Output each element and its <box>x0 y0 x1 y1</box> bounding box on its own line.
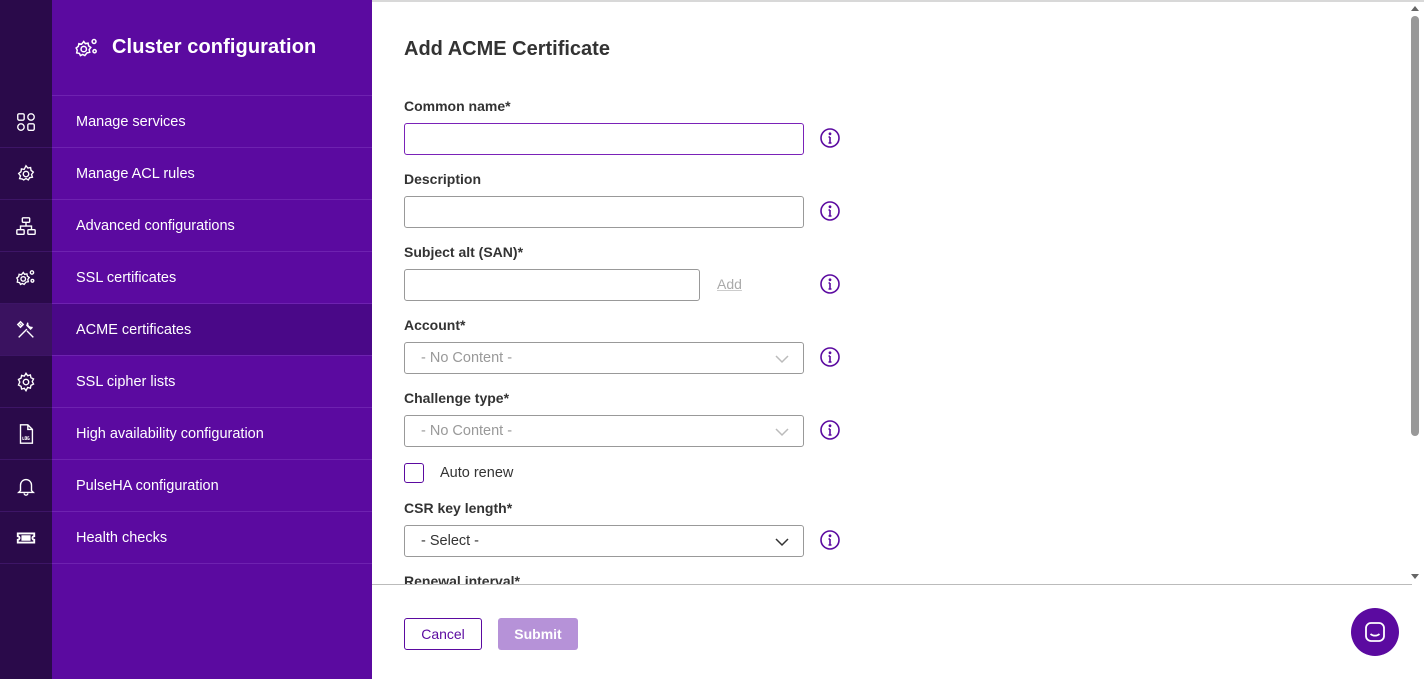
chat-launcher[interactable] <box>1351 608 1399 656</box>
csr-key-length-select-value: - Select - <box>421 533 480 549</box>
cancel-button[interactable]: Cancel <box>404 618 482 650</box>
san-input[interactable] <box>404 269 700 301</box>
rail-ssl-certificates[interactable] <box>0 252 52 304</box>
gear-icon <box>17 371 35 392</box>
rail-pulseha[interactable] <box>0 460 52 512</box>
rail-manage-acl[interactable] <box>0 148 52 200</box>
chevron-down-icon <box>775 355 789 364</box>
rail-advanced[interactable] <box>0 200 52 252</box>
san-label: Subject alt (SAN)* <box>404 244 524 260</box>
panel-header: Cluster configuration <box>52 0 372 96</box>
chat-icon <box>1365 622 1385 642</box>
info-icon[interactable] <box>819 200 841 222</box>
common-name-label: Common name* <box>404 98 511 114</box>
submit-button[interactable]: Submit <box>498 618 578 650</box>
nav-item-acme-certificates[interactable]: ACME certificates <box>52 304 372 356</box>
gears-icon <box>15 269 35 285</box>
account-label: Account* <box>404 317 466 333</box>
nav-item-high-availability[interactable]: High availability configuration <box>52 408 372 460</box>
san-add-link[interactable]: Add <box>717 276 742 292</box>
challenge-type-select[interactable]: - No Content - <box>404 415 804 447</box>
challenge-type-select-value: - No Content - <box>421 423 513 439</box>
info-icon[interactable] <box>819 419 841 441</box>
scroll-thumb[interactable] <box>1411 16 1419 436</box>
auto-renew-checkbox[interactable] <box>404 463 424 483</box>
nav-item-manage-acl-rules[interactable]: Manage ACL rules <box>52 148 372 200</box>
nav-item-pulseha[interactable]: PulseHA configuration <box>52 460 372 512</box>
network-icon <box>16 216 36 235</box>
icon-rail <box>0 0 52 679</box>
nav-item-health-checks[interactable]: Health checks <box>52 512 372 564</box>
main-content: Add ACME Certificate Common name* Descri… <box>372 0 1424 679</box>
auto-renew-label: Auto renew <box>440 465 514 481</box>
rail-ssl-cipher-lists[interactable] <box>0 356 52 408</box>
nav-item-ssl-certificates[interactable]: SSL certificates <box>52 252 372 304</box>
nav-item-advanced-configurations[interactable]: Advanced configurations <box>52 200 372 252</box>
info-icon[interactable] <box>819 529 841 551</box>
csr-key-length-label: CSR key length* <box>404 500 513 516</box>
rail-manage-services[interactable] <box>0 96 52 148</box>
account-select[interactable]: - No Content - <box>404 342 804 374</box>
scroll-up-arrow[interactable] <box>1411 6 1419 11</box>
form-scrollbar[interactable] <box>1408 2 1424 584</box>
gear-shield-icon <box>17 163 35 181</box>
bell-icon <box>17 478 35 496</box>
chevron-down-icon <box>775 428 789 437</box>
description-input[interactable] <box>404 196 804 228</box>
common-name-input[interactable] <box>404 123 804 155</box>
log-file-icon <box>19 423 34 444</box>
account-select-value: - No Content - <box>421 350 513 366</box>
rail-health-checks[interactable] <box>0 512 52 564</box>
nav-item-manage-services[interactable]: Manage services <box>52 96 372 148</box>
info-icon[interactable] <box>819 346 841 368</box>
gears-icon <box>75 38 97 57</box>
grid-icon <box>17 112 35 131</box>
scroll-down-arrow[interactable] <box>1411 574 1419 579</box>
form-title: Add ACME Certificate <box>404 38 610 60</box>
csr-key-length-select[interactable]: - Select - <box>404 525 804 557</box>
panel-title: Cluster configuration <box>112 36 317 58</box>
description-label: Description <box>404 171 482 187</box>
renewal-interval-label: Renewal interval* <box>404 573 520 584</box>
footer-divider <box>372 584 1412 585</box>
challenge-type-label: Challenge type* <box>404 390 510 406</box>
rail-acme-certificates[interactable] <box>0 304 52 356</box>
tools-icon <box>16 320 34 338</box>
info-icon[interactable] <box>819 273 841 295</box>
rail-high-availability[interactable] <box>0 408 52 460</box>
chevron-down-icon <box>775 538 789 547</box>
info-icon[interactable] <box>819 127 841 149</box>
config-panel: Cluster configuration Manage services Ma… <box>52 0 372 679</box>
ticket-icon <box>16 532 36 543</box>
nav-item-ssl-cipher-lists[interactable]: SSL cipher lists <box>52 356 372 408</box>
